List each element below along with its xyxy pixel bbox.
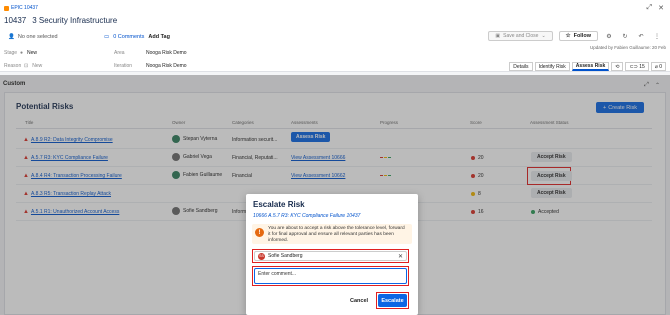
iteration-field[interactable]: Iteration Nooga Risk Demo	[114, 63, 187, 69]
approver-select[interactable]: SS Sofie Sandberg ✕	[254, 251, 407, 261]
comments-link[interactable]: 0 Comments	[113, 34, 144, 40]
save-icon: ▣	[495, 33, 501, 39]
iteration-label: Iteration	[114, 63, 133, 69]
epic-tag[interactable]: EPIC 10437	[4, 5, 38, 11]
paperclip-icon: ⌀	[654, 63, 658, 70]
assignee-field[interactable]: 👤 No one selected	[8, 34, 58, 40]
clear-icon[interactable]: ✕	[398, 253, 403, 260]
user-icon: 👤	[8, 34, 15, 40]
header-actions: ▣ Save and Close ⌄ ☆ Follow ⚙ ↻ ↶ ⋮	[488, 31, 662, 41]
escalate-button[interactable]: Escalate	[378, 294, 407, 307]
add-tag-button[interactable]: Add Tag	[148, 34, 170, 40]
refresh-icon[interactable]: ↻	[620, 31, 630, 41]
area-label: Area	[114, 50, 125, 56]
dialog-subtitle-link[interactable]: 10666 A.5.7 R3: KYC Compliance Failure 1…	[253, 213, 360, 219]
expand-icon[interactable]: ⤢	[647, 4, 653, 12]
area-field[interactable]: Area Nooga Risk Demo	[114, 50, 187, 56]
history-icon[interactable]: ⟲	[611, 62, 624, 71]
gear-icon[interactable]: ⚙	[604, 31, 614, 41]
epic-tag-label: EPIC 10437	[11, 5, 38, 11]
comment-icon: ▭	[104, 34, 110, 40]
stage-status-dot: ●	[20, 50, 24, 56]
chevron-down-icon: ⌄	[541, 33, 546, 39]
epic-icon	[4, 5, 9, 11]
save-close-label: Save and Close	[503, 33, 539, 39]
tab-assess-risk[interactable]: Assess Risk	[571, 62, 610, 71]
avatar: SS	[258, 252, 265, 260]
stage-label: Stage	[4, 50, 18, 56]
window-controls: ⤢ ✕	[647, 4, 664, 12]
iteration-value: Nooga Risk Demo	[146, 63, 187, 69]
cancel-button[interactable]: Cancel	[346, 296, 372, 306]
issue-title-text[interactable]: 3 Security Infrastructure	[32, 16, 117, 25]
warning-icon: !	[255, 228, 264, 237]
attachments-tab[interactable]: ⌀ 0	[650, 62, 666, 71]
reason-label: Reason	[4, 63, 22, 69]
tab-bar: Details Identify Risk Assess Risk ⟲ ⊂⊃ 1…	[509, 62, 666, 71]
undo-icon[interactable]: ↶	[636, 31, 646, 41]
links-tab[interactable]: ⊂⊃ 15	[625, 62, 649, 71]
save-close-button[interactable]: ▣ Save and Close ⌄	[488, 31, 553, 41]
lock-icon: ⊡	[24, 63, 29, 69]
warning-text: You are about to accept a risk above the…	[268, 226, 405, 243]
follow-icon: ☆	[565, 33, 571, 39]
follow-label: Follow	[573, 33, 591, 39]
reason-field[interactable]: Reason ⊡ New	[4, 63, 42, 69]
dialog-title: Escalate Risk	[253, 200, 305, 209]
reason-value: New	[32, 63, 43, 69]
links-count: 15	[639, 63, 645, 70]
stage-value: New	[27, 50, 38, 56]
tab-details[interactable]: Details	[509, 62, 533, 71]
tab-identify-risk[interactable]: Identify Risk	[534, 62, 570, 71]
stage-field[interactable]: Stage ● New	[4, 50, 37, 56]
updated-info: Updated by Fabien Guillaume: 20 Feb	[589, 45, 666, 50]
approver-name: Sofie Sandberg	[268, 253, 303, 259]
comments-area: ▭ 0 Comments Add Tag	[104, 34, 170, 40]
follow-button[interactable]: ☆ Follow	[558, 31, 598, 41]
assignee-value: No one selected	[17, 34, 58, 40]
attachments-count: 0	[659, 63, 662, 70]
link-icon: ⊂⊃	[629, 63, 638, 70]
issue-key: 10437	[4, 16, 27, 25]
issue-title: 10437 3 Security Infrastructure	[4, 16, 117, 25]
close-icon[interactable]: ✕	[658, 4, 664, 12]
area-value: Nooga Risk Demo	[146, 50, 187, 56]
comment-input[interactable]: Enter comment...	[254, 268, 407, 284]
more-icon[interactable]: ⋮	[652, 31, 662, 41]
